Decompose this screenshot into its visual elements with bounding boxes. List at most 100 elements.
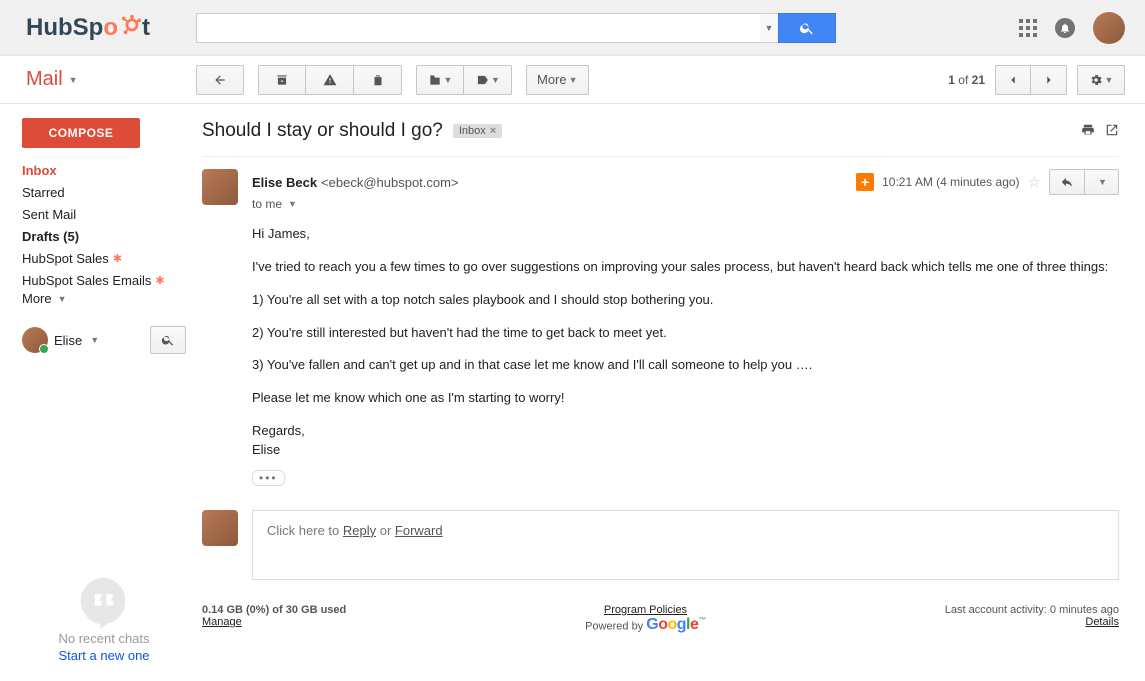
chat-avatar[interactable] bbox=[22, 327, 48, 353]
thread-subject: Should I stay or should I go? bbox=[202, 120, 443, 142]
new-window-button[interactable] bbox=[1105, 123, 1119, 140]
recipient-row[interactable]: to me ▼ bbox=[252, 197, 1119, 211]
message-paragraph: 1) You're all set with a top notch sales… bbox=[252, 291, 1119, 310]
message-paragraph: Hi James, bbox=[252, 225, 1119, 244]
sidebar-item-inbox[interactable]: Inbox bbox=[22, 162, 186, 179]
sender-avatar[interactable] bbox=[202, 169, 238, 205]
reply-button[interactable] bbox=[1049, 169, 1085, 195]
profile-avatar[interactable] bbox=[1093, 12, 1125, 44]
message-paragraph: 2) You're still interested but haven't h… bbox=[252, 324, 1119, 343]
header-right bbox=[1019, 12, 1125, 44]
folder-nav: Inbox Starred Sent Mail Drafts (5) HubSpot S… bbox=[22, 162, 186, 289]
sprocket-icon bbox=[118, 13, 142, 42]
label-chip[interactable]: Inbox × bbox=[453, 124, 502, 138]
recipient-text: to me bbox=[252, 197, 282, 211]
message-paragraph: Elise bbox=[252, 441, 1119, 460]
chat-search-button[interactable] bbox=[150, 326, 186, 354]
more-button-label: More bbox=[537, 72, 567, 87]
archive-button[interactable] bbox=[258, 65, 306, 95]
mail-dropdown[interactable]: Mail ▼ bbox=[26, 68, 196, 91]
caret-down-icon[interactable]: ▼ bbox=[90, 335, 99, 345]
message-body: Hi James, I've tried to reach you a few t… bbox=[252, 225, 1119, 460]
sender-name[interactable]: Elise Beck bbox=[252, 175, 317, 190]
print-icon bbox=[1081, 123, 1095, 137]
sidebar-item-label: Starred bbox=[22, 185, 65, 200]
storage-text: 0.14 GB (0%) of 30 GB used bbox=[202, 604, 346, 616]
next-page-button[interactable] bbox=[1031, 65, 1067, 95]
sprocket-icon: ✱ bbox=[155, 274, 164, 287]
reply-more-button[interactable]: ▼ bbox=[1085, 169, 1119, 195]
google-logo: Google™ bbox=[646, 616, 706, 633]
sidebar-item-sent-mail[interactable]: Sent Mail bbox=[22, 206, 186, 223]
chevron-right-icon bbox=[1042, 73, 1056, 87]
message: Elise Beck <ebeck@hubspot.com> + 10:21 A… bbox=[202, 156, 1119, 494]
sidebar-item-label: Drafts (5) bbox=[22, 229, 79, 244]
powered-by-text: Powered by bbox=[585, 620, 646, 632]
sidebar-more-label: More bbox=[22, 291, 52, 306]
sidebar-item-label: HubSpot Sales Emails bbox=[22, 273, 151, 288]
reply-box[interactable]: Click here to Reply or Forward bbox=[252, 510, 1119, 580]
activity-details-link[interactable]: Details bbox=[1085, 616, 1119, 628]
reply-link[interactable]: Reply bbox=[343, 523, 376, 538]
mail-toolbar: Mail ▼ ▼ ▼ More▼ 1 of bbox=[0, 56, 1145, 104]
sidebar-item-hubspot-sales-emails[interactable]: HubSpot Sales Emails ✱ bbox=[22, 272, 186, 289]
hangouts-empty-state: No recent chats Start a new one bbox=[22, 573, 186, 663]
sidebar-item-label: Inbox bbox=[22, 163, 57, 178]
print-button[interactable] bbox=[1081, 123, 1095, 140]
arrow-left-icon bbox=[213, 73, 227, 87]
labels-button[interactable]: ▼ bbox=[464, 65, 512, 95]
hangouts-start-link[interactable]: Start a new one bbox=[58, 648, 149, 663]
trash-icon bbox=[371, 73, 385, 87]
search-button[interactable] bbox=[778, 13, 836, 43]
sidebar-more[interactable]: More ▼ bbox=[22, 291, 186, 306]
sidebar-item-drafts-5-[interactable]: Drafts (5) bbox=[22, 228, 186, 245]
archive-icon bbox=[275, 73, 289, 87]
message-pane: Should I stay or should I go? Inbox × El… bbox=[196, 104, 1145, 681]
star-button[interactable]: ☆ bbox=[1028, 173, 1041, 191]
hangouts-empty-text: No recent chats bbox=[58, 631, 149, 646]
show-trimmed-button[interactable]: ••• bbox=[252, 470, 285, 486]
report-spam-icon bbox=[323, 73, 337, 87]
logo-text-left: HubSp bbox=[26, 14, 103, 42]
forward-link[interactable]: Forward bbox=[395, 523, 443, 538]
spam-button[interactable] bbox=[306, 65, 354, 95]
compose-button[interactable]: COMPOSE bbox=[22, 118, 140, 148]
notifications-icon[interactable] bbox=[1055, 18, 1075, 38]
prev-page-button[interactable] bbox=[995, 65, 1031, 95]
caret-down-icon: ▼ bbox=[288, 199, 297, 209]
folder-icon bbox=[428, 73, 442, 87]
label-chip-text: Inbox bbox=[459, 125, 486, 137]
search-box: ▼ bbox=[196, 13, 836, 43]
search-options-dropdown[interactable]: ▼ bbox=[760, 13, 778, 43]
search-input[interactable] bbox=[196, 13, 760, 43]
back-button[interactable] bbox=[196, 65, 244, 95]
hubspot-logo: HubSpo t bbox=[26, 13, 196, 42]
search-icon bbox=[799, 20, 815, 36]
search-icon bbox=[161, 333, 175, 347]
chat-user-name[interactable]: Elise bbox=[54, 333, 82, 348]
reply-icon bbox=[1060, 175, 1074, 189]
remove-label-icon[interactable]: × bbox=[490, 125, 496, 137]
app-header: HubSpo t ▼ bbox=[0, 0, 1145, 56]
popout-icon bbox=[1105, 123, 1119, 137]
logo-text-o: o bbox=[103, 14, 118, 42]
chevron-left-icon bbox=[1006, 73, 1020, 87]
program-policies-link[interactable]: Program Policies bbox=[604, 604, 687, 616]
delete-button[interactable] bbox=[354, 65, 402, 95]
settings-button[interactable]: ▼ bbox=[1077, 65, 1125, 95]
manage-storage-link[interactable]: Manage bbox=[202, 616, 242, 628]
more-button[interactable]: More▼ bbox=[526, 65, 589, 95]
sprocket-icon: ✱ bbox=[113, 252, 122, 265]
hubspot-badge-icon[interactable]: + bbox=[856, 173, 874, 191]
activity-text: Last account activity: 0 minutes ago bbox=[945, 604, 1119, 616]
sidebar-item-label: HubSpot Sales bbox=[22, 251, 109, 266]
sidebar-item-starred[interactable]: Starred bbox=[22, 184, 186, 201]
page-footer: 0.14 GB (0%) of 30 GB used Manage Progra… bbox=[202, 604, 1119, 634]
apps-icon[interactable] bbox=[1019, 19, 1037, 37]
logo-text-right: t bbox=[142, 14, 150, 42]
sender-email: <ebeck@hubspot.com> bbox=[321, 175, 459, 190]
message-paragraph: I've tried to reach you a few times to g… bbox=[252, 258, 1119, 277]
move-to-button[interactable]: ▼ bbox=[416, 65, 464, 95]
sidebar-item-hubspot-sales[interactable]: HubSpot Sales ✱ bbox=[22, 250, 186, 267]
gear-icon bbox=[1089, 73, 1103, 87]
